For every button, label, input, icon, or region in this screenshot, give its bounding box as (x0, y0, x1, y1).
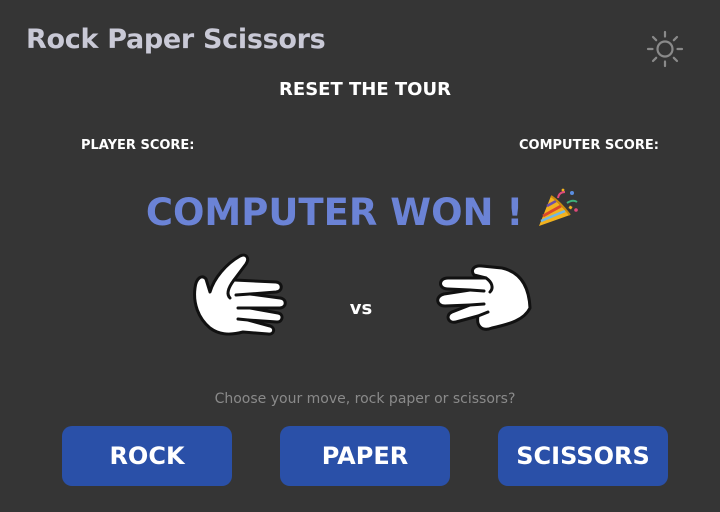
rock-button[interactable]: ROCK (62, 426, 232, 486)
paper-button[interactable]: PAPER (280, 426, 450, 486)
move-prompt: Choose your move, rock paper or scissors… (214, 391, 516, 407)
player-score-label: PLAYER SCORE: (81, 138, 195, 153)
round-result: COMPUTER WON ! (0, 188, 720, 234)
result-text: COMPUTER WON ! (145, 191, 524, 234)
player-score: PLAYER SCORE: (81, 138, 199, 153)
rock-fist-icon (436, 264, 532, 331)
theme-toggle-button[interactable] (643, 27, 687, 71)
computer-score: COMPUTER SCORE: (519, 138, 663, 153)
reset-tour-link[interactable]: RESET THE TOUR (0, 79, 720, 100)
party-popper-icon (539, 188, 578, 226)
sun-icon (646, 30, 684, 68)
scissors-button[interactable]: SCISSORS (498, 426, 668, 486)
app-title: Rock Paper Scissors (26, 24, 326, 55)
computer-score-label: COMPUTER SCORE: (519, 138, 659, 153)
vs-label: vs (349, 298, 373, 319)
paper-hand-icon (193, 253, 287, 336)
